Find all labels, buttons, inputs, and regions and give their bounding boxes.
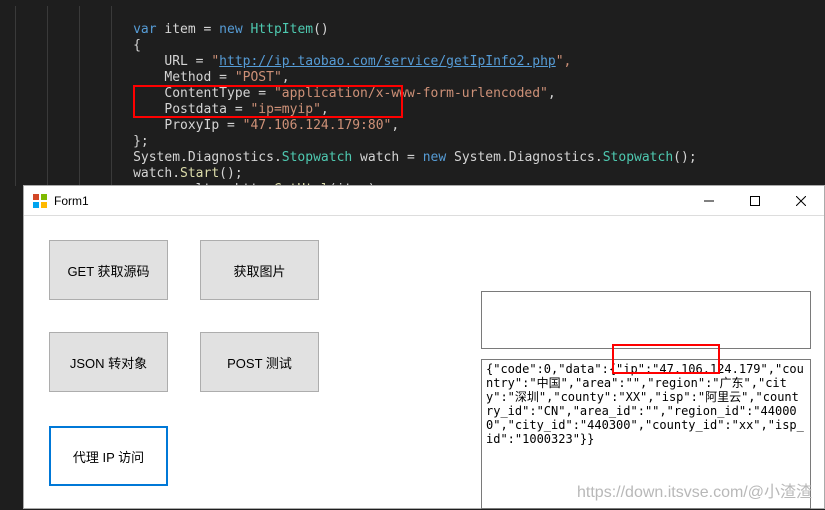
json-to-object-button[interactable]: JSON 转对象 <box>49 332 168 392</box>
code-editor: var item = new HttpItem() { URL = "http:… <box>0 0 825 188</box>
minimize-button[interactable] <box>686 186 732 215</box>
titlebar[interactable]: Form1 <box>24 186 824 216</box>
client-area: GET 获取源码 获取图片 JSON 转对象 POST 测试 代理 IP 访问 … <box>24 216 824 508</box>
form1-window: Form1 GET 获取源码 获取图片 JSON 转对象 POST 测试 代理 … <box>23 185 825 509</box>
watermark: https://down.itsvse.com/@小渣渣 <box>577 478 812 502</box>
get-image-button[interactable]: 获取图片 <box>200 240 319 300</box>
maximize-button[interactable] <box>732 186 778 215</box>
close-button[interactable] <box>778 186 824 215</box>
proxy-ip-button[interactable]: 代理 IP 访问 <box>49 426 168 486</box>
app-icon <box>32 193 48 209</box>
get-source-button[interactable]: GET 获取源码 <box>49 240 168 300</box>
window-title: Form1 <box>54 194 89 208</box>
code-content[interactable]: var item = new HttpItem() { URL = "http:… <box>0 6 697 214</box>
window-controls <box>686 186 824 215</box>
textbox-upper[interactable] <box>481 291 811 349</box>
post-test-button[interactable]: POST 测试 <box>200 332 319 392</box>
